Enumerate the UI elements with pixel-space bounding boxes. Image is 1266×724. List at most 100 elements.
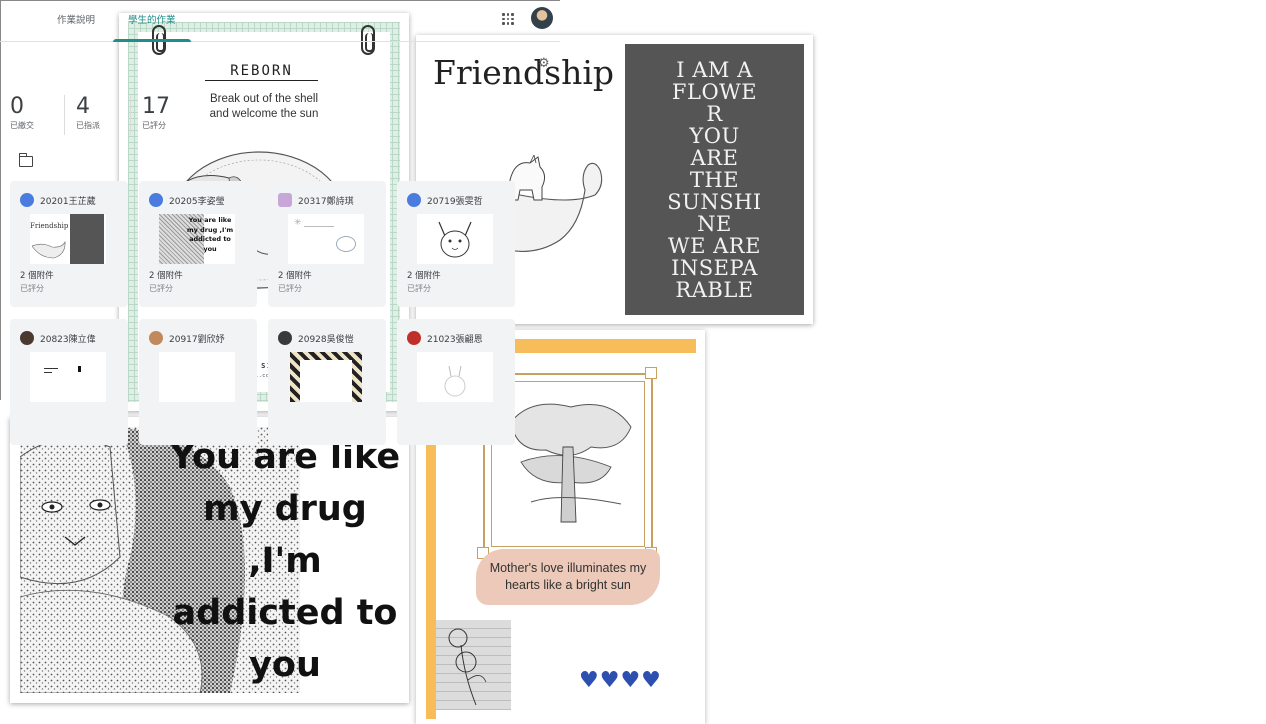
attachment-count: 2 個附件	[278, 271, 312, 281]
grade-status: 已評分	[20, 284, 44, 293]
tab-student-work[interactable]: 學生的作業	[113, 12, 190, 42]
frame-corner	[645, 367, 657, 379]
attachment-thumbnail[interactable]: Friendship	[30, 214, 106, 264]
reborn-subtitle-line1: Break out of the shell	[209, 93, 319, 105]
quote-line: you	[249, 645, 321, 685]
attachment-count: 2 個附件	[20, 271, 54, 281]
attachment-thumbnail[interactable]	[30, 352, 106, 402]
tab-bar: 作業說明 學生的作業	[0, 0, 560, 42]
thumb-dark-panel	[70, 214, 104, 264]
quote-line: my drug	[203, 489, 367, 529]
thumb-text-line	[44, 372, 52, 373]
quote-line: ,I'm	[248, 541, 322, 581]
flower-sketch	[448, 628, 487, 706]
stat-turned-in: 0 已繳交	[10, 95, 34, 131]
quote-line: WE ARE	[668, 234, 761, 258]
student-avatar	[20, 193, 34, 207]
apps-grid-icon[interactable]	[502, 13, 514, 25]
lined-note-paper	[436, 620, 511, 710]
student-avatar	[407, 331, 421, 345]
thumb-circle-sketch	[336, 236, 356, 252]
thumb-title: Friendship	[30, 222, 69, 230]
stat-value: 4	[76, 94, 90, 119]
attachment-thumbnail[interactable]	[159, 352, 235, 402]
stat-value: 17	[142, 94, 170, 119]
attachment-thumbnail[interactable]: You are like my drug ,I'm addicted to yo…	[159, 214, 235, 264]
account-avatar[interactable]	[531, 7, 553, 29]
reborn-subtitle-line2: and welcome the sun	[209, 108, 319, 120]
settings-gear-icon[interactable]: ⚙	[538, 56, 550, 71]
student-name: 20317鄭詩琪	[298, 197, 354, 207]
quote-line: THE	[689, 168, 740, 192]
submission-card[interactable]: 20201王芷葳 Friendship 2 個附件 已評分	[10, 181, 128, 307]
submission-card[interactable]: 21023張翩恩	[397, 319, 515, 445]
student-avatar	[407, 193, 421, 207]
stat-label: 已評分	[142, 121, 166, 130]
student-name: 20201王芷葳	[40, 197, 96, 207]
student-avatar	[149, 331, 163, 345]
friendship-quote-panel: I AM A FLOWE R YOU ARE THE SUNSHI NE WE …	[625, 44, 804, 315]
mother-message: Mother's love illuminates my hearts like…	[478, 560, 658, 594]
attachment-thumbnail[interactable]	[417, 214, 493, 264]
quote-line: ARE	[690, 146, 739, 170]
thumb-sparkle-icon: ✳	[294, 218, 302, 228]
tab-instructions[interactable]: 作業說明	[57, 12, 95, 42]
thumb-quote: You are like my drug ,I'm addicted to yo…	[186, 216, 234, 253]
thumb-goose-sketch	[32, 240, 66, 259]
attachment-thumbnail[interactable]: ✳	[288, 214, 364, 264]
grade-status: 已評分	[407, 284, 431, 293]
attachment-thumbnail[interactable]	[290, 352, 362, 402]
student-avatar	[20, 331, 34, 345]
quote-line: addicted to	[172, 593, 398, 633]
student-name: 20928吳俊愷	[298, 335, 354, 345]
submission-card[interactable]: 20823陳立偉	[10, 319, 128, 445]
tree-sketch-illustration	[510, 403, 632, 523]
reborn-subtitle: Break out of the shell and welcome the s…	[179, 92, 349, 122]
grade-status: 已評分	[278, 284, 302, 293]
thumb-inner-panel	[300, 360, 352, 402]
attachment-thumbnail[interactable]	[417, 352, 493, 402]
drug-poster: You are like my drug ,I'm addicted to yo…	[10, 417, 409, 703]
submission-card[interactable]: 20719張雯哲 2 個附件 已評分	[397, 181, 515, 307]
student-avatar	[278, 193, 292, 207]
thumb-text-line	[44, 368, 58, 369]
folder-icon[interactable]	[18, 153, 33, 167]
student-name: 20719張雯哲	[427, 197, 483, 207]
stat-label: 已指派	[76, 121, 100, 130]
quote-line: R	[706, 102, 723, 126]
quote-line: INSEPA	[671, 256, 758, 280]
stat-value: 0	[10, 94, 24, 119]
student-name: 20205李姿瑩	[169, 197, 225, 207]
friendship-quote: I AM A FLOWE R YOU ARE THE SUNSHI NE WE …	[625, 59, 804, 301]
quote-line: RABLE	[675, 278, 754, 302]
quote-line: NE	[697, 212, 732, 236]
quote-line: YOU	[689, 124, 740, 148]
student-name: 20917劉欣妤	[169, 335, 225, 345]
stat-assigned: 4 已指派	[76, 95, 100, 131]
divider	[130, 95, 131, 135]
friendship-title: Friendship	[433, 53, 615, 92]
reborn-title: REBORN	[205, 63, 318, 81]
divider	[64, 95, 65, 135]
attachment-count: 2 個附件	[149, 271, 183, 281]
student-name: 20823陳立偉	[40, 335, 96, 345]
grade-status: 已評分	[149, 284, 173, 293]
student-name: 21023張翩恩	[427, 335, 483, 345]
message-line: Mother's love illuminates my	[489, 561, 647, 575]
quote-line: I AM A	[676, 58, 753, 82]
submission-card[interactable]: 20317鄭詩琪 ✳ 2 個附件 已評分	[268, 181, 386, 307]
quote-line: FLOWE	[671, 80, 758, 104]
submission-card[interactable]: 20205李姿瑩 You are like my drug ,I'm addic…	[139, 181, 257, 307]
submission-card[interactable]: 20917劉欣妤	[139, 319, 257, 445]
thumb-mark	[78, 366, 81, 372]
attachment-count: 2 個附件	[407, 271, 441, 281]
thumb-text-lines	[304, 226, 334, 256]
blue-hearts-decoration: ♥♥♥♥	[579, 668, 662, 693]
stat-label: 已繳交	[10, 121, 34, 130]
thumb-dog-sketch	[438, 221, 472, 258]
quote-line: SUNSHI	[667, 190, 762, 214]
message-line: hearts like a bright sun	[505, 578, 631, 592]
submission-card[interactable]: 20928吳俊愷	[268, 319, 386, 445]
thumb-animal-sketch	[444, 365, 466, 397]
drug-quote: You are like my drug ,I'm addicted to yo…	[165, 431, 405, 691]
